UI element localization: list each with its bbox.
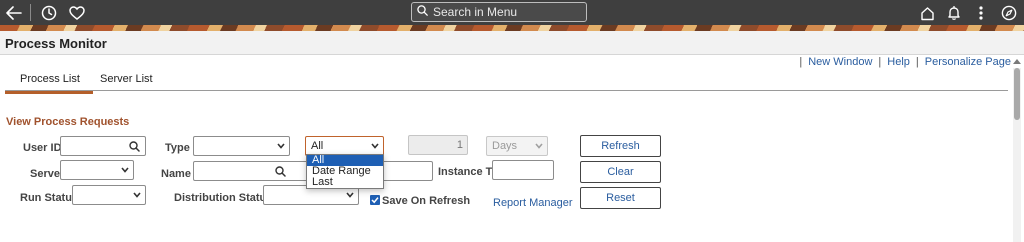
chevron-down-icon xyxy=(371,142,379,150)
dropdown-option-last[interactable]: Last xyxy=(307,177,383,188)
date-range-select[interactable]: All xyxy=(305,136,384,156)
user-id-label: User ID xyxy=(23,142,62,154)
tab-server-list[interactable]: Server List xyxy=(100,73,153,85)
clear-button[interactable]: Clear xyxy=(580,161,661,183)
run-status-label: Run Status xyxy=(20,192,79,204)
tab-process-list[interactable]: Process List xyxy=(5,73,93,94)
chevron-down-icon xyxy=(346,191,354,199)
run-status-select[interactable] xyxy=(72,185,146,205)
navbar-icon[interactable] xyxy=(999,3,1019,23)
instance-to-input[interactable] xyxy=(492,160,554,180)
name-label: Name xyxy=(161,168,191,180)
save-on-refresh-checkbox[interactable] xyxy=(370,195,380,205)
chevron-down-icon xyxy=(535,142,543,150)
distribution-status-label: Distribution Status xyxy=(174,192,273,204)
page-title: Process Monitor xyxy=(5,36,107,51)
top-navigation-bar: Search in Menu xyxy=(0,0,1024,25)
reset-button[interactable]: Reset xyxy=(580,187,661,209)
user-id-lookup-icon[interactable] xyxy=(126,138,142,154)
section-title: View Process Requests xyxy=(6,116,130,128)
back-arrow-icon[interactable] xyxy=(4,3,24,23)
report-manager-link[interactable]: Report Manager xyxy=(493,197,573,209)
chevron-down-icon xyxy=(133,191,141,199)
search-icon xyxy=(417,5,428,19)
home-icon[interactable] xyxy=(917,3,937,23)
type-select[interactable] xyxy=(193,136,290,156)
server-select[interactable] xyxy=(60,160,134,180)
save-on-refresh-label: Save On Refresh xyxy=(382,195,471,207)
tab-bar: Process List Server List xyxy=(5,66,1008,94)
date-range-dropdown-list: All Date Range Last xyxy=(306,154,384,189)
page-header: Process Monitor xyxy=(0,31,1024,55)
menu-search-input[interactable]: Search in Menu xyxy=(411,2,587,22)
last-number-input: 1 xyxy=(408,135,468,155)
period-unit-value: Days xyxy=(492,140,518,152)
notifications-icon[interactable] xyxy=(944,3,964,23)
search-placeholder: Search in Menu xyxy=(433,5,518,19)
chevron-down-icon xyxy=(277,142,285,150)
instance-to-label: Instance To xyxy=(438,166,499,178)
type-label: Type xyxy=(165,142,190,154)
refresh-button[interactable]: Refresh xyxy=(580,135,661,157)
date-range-value: All xyxy=(311,140,324,152)
favorites-icon[interactable] xyxy=(67,3,87,23)
topbar-divider xyxy=(30,4,31,21)
scrollbar-thumb[interactable] xyxy=(1014,68,1020,120)
period-unit-select: Days xyxy=(486,136,548,156)
history-icon[interactable] xyxy=(39,3,59,23)
chevron-down-icon xyxy=(121,166,129,174)
actions-menu-icon[interactable] xyxy=(971,3,991,23)
name-lookup-icon[interactable] xyxy=(272,163,288,179)
scroll-up-arrow-icon[interactable] xyxy=(1012,56,1022,66)
